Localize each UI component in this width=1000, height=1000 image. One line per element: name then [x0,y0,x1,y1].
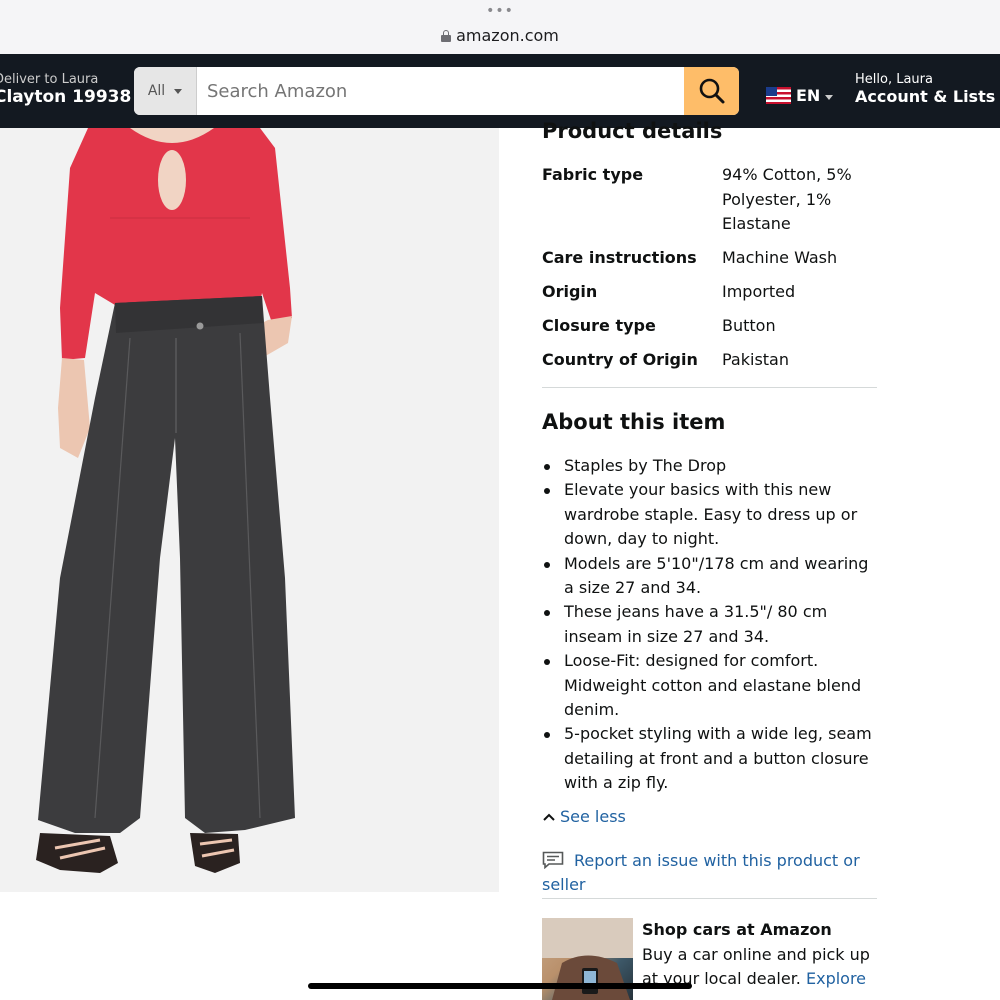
language-selector[interactable]: EN [766,86,834,105]
account-lists-label: Account & Lists [855,87,996,106]
search-button[interactable] [684,67,739,115]
explore-link[interactable]: Explore [806,969,866,988]
section-divider [542,387,877,388]
deliver-to-label: Deliver to Laura [0,72,99,87]
ad-title[interactable]: Shop cars at Amazon [642,918,832,942]
detail-key: Closure type [542,316,656,335]
detail-key: Fabric type [542,165,644,184]
product-details-heading: Product details [542,119,723,143]
product-image[interactable] [0,128,499,892]
amazon-header: Deliver to Laura Clayton 19938 All EN He… [0,54,1000,128]
chevron-down-icon [825,95,834,100]
feedback-icon [542,851,564,869]
detail-value: 94% Cotton, 5% Polyester, 1% Elastane [722,165,852,233]
list-item: Models are 5'10"/178 cm and wearing a si… [542,552,877,601]
section-divider [542,898,877,899]
chevron-up-icon [543,813,555,821]
see-less-link[interactable]: See less [542,806,626,828]
see-less-label: See less [560,807,626,826]
list-item: These jeans have a 31.5"/ 80 cm inseam i… [542,600,877,649]
model-illustration [36,128,295,873]
us-flag-icon [766,87,791,104]
detail-key: Country of Origin [542,350,698,369]
report-issue-link[interactable]: Report an issue with this product or sel… [542,849,872,898]
browser-menu-dots[interactable]: ••• [0,4,1000,18]
detail-value: Imported [722,282,796,301]
list-item: Elevate your basics with this new wardro… [542,478,877,551]
detail-row: Country of Origin Pakistan [542,348,877,373]
detail-key: Origin [542,282,598,301]
search-category-label: All [147,83,166,99]
home-indicator[interactable] [308,983,692,989]
detail-row: Closure type Button [542,314,877,339]
detail-row: Fabric type 94% Cotton, 5% Polyester, 1%… [542,163,877,237]
account-greeting: Hello, Laura [855,72,933,87]
account-menu[interactable]: Hello, Laura Account & Lists [855,72,1000,107]
list-item: 5-pocket styling with a wide leg, seam d… [542,722,877,795]
deliver-to-location[interactable]: Deliver to Laura Clayton 19938 [0,72,131,107]
report-issue-label: Report an issue with this product or sel… [542,851,860,895]
detail-row: Care instructions Machine Wash [542,246,877,271]
search-icon [699,78,724,104]
search-input[interactable] [197,67,684,115]
list-item: Loose-Fit: designed for comfort. Midweig… [542,649,877,722]
chevron-down-icon [174,88,183,94]
deliver-to-address: Clayton 19938 [0,87,132,107]
detail-row: Origin Imported [542,280,877,305]
browser-address-bar: ••• amazon.com [0,0,1000,54]
detail-value: Machine Wash [722,248,838,267]
url-text: amazon.com [456,26,559,45]
search-bar: All [134,67,739,115]
lock-icon [441,30,452,42]
detail-value: Pakistan [722,350,789,369]
list-item: Staples by The Drop [542,454,877,478]
url-field[interactable]: amazon.com [0,26,1000,46]
detail-value: Button [722,316,776,335]
search-category-dropdown[interactable]: All [134,67,197,115]
language-label: EN [796,86,821,105]
about-item-heading: About this item [542,410,726,434]
about-item-list: Staples by The Drop Elevate your basics … [542,454,877,796]
product-details-table: Fabric type 94% Cotton, 5% Polyester, 1%… [542,163,877,382]
detail-key: Care instructions [542,248,697,267]
